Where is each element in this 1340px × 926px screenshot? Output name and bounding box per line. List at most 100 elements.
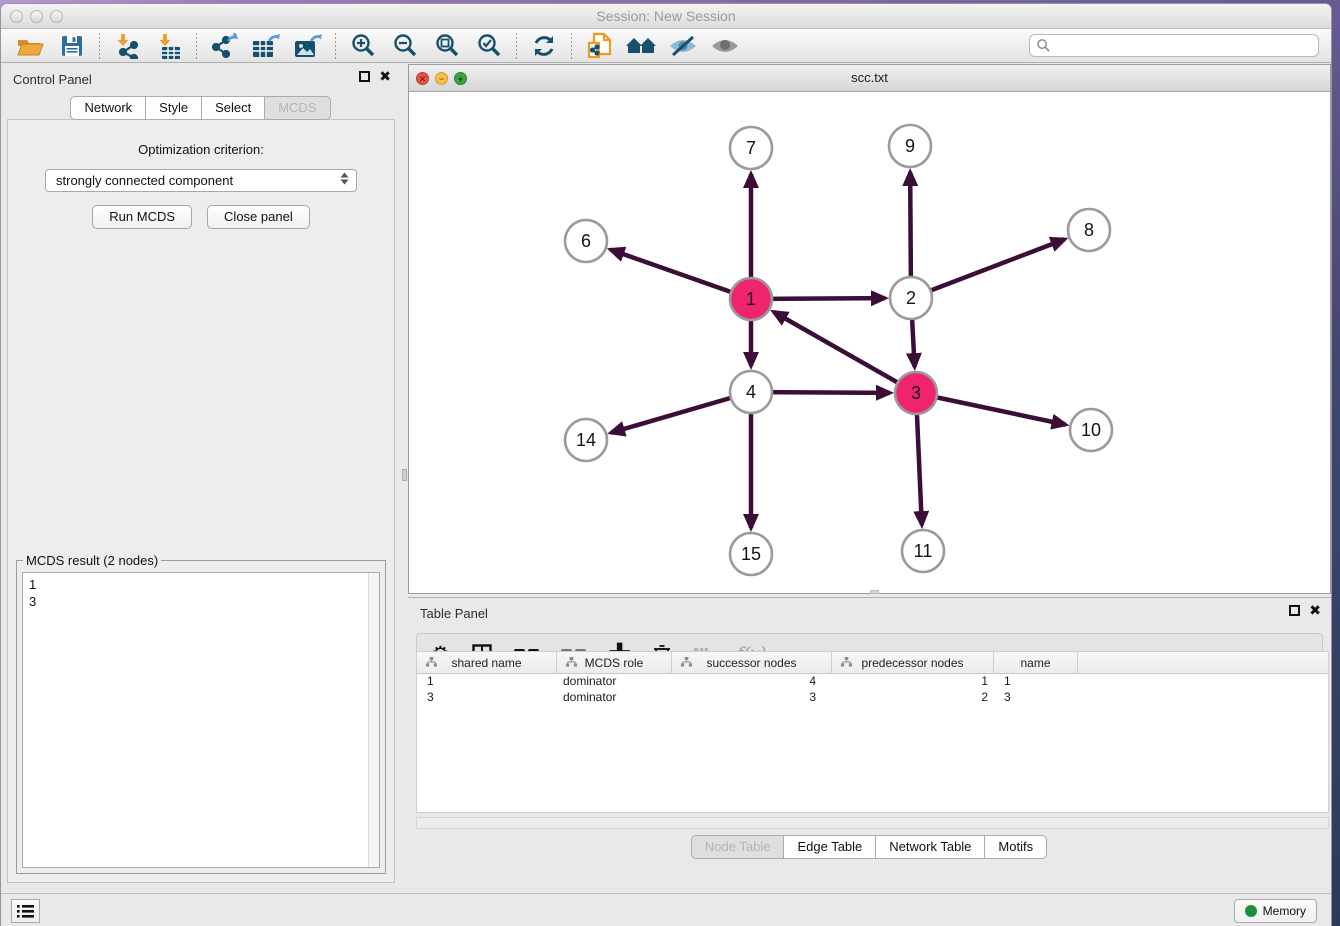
- criterion-value: strongly connected component: [56, 173, 233, 188]
- column-header-MCDS-role[interactable]: MCDS role: [557, 652, 672, 673]
- application-window: Session: New Session: [0, 3, 1332, 926]
- tab-node-table[interactable]: Node Table: [691, 835, 785, 859]
- control-panel-tabs: NetworkStyleSelectMCDS: [1, 96, 401, 120]
- tab-motifs[interactable]: Motifs: [984, 835, 1047, 859]
- tab-style[interactable]: Style: [145, 96, 202, 120]
- table-cell[interactable]: dominator: [557, 690, 672, 706]
- table-cell[interactable]: 1: [417, 674, 557, 690]
- save-session-button[interactable]: [51, 31, 93, 61]
- toolbar-separator: [571, 33, 572, 59]
- home-first-neighbors-button[interactable]: [620, 31, 662, 61]
- run-mcds-button[interactable]: Run MCDS: [92, 205, 192, 229]
- mcds-result-lines: 1 3: [23, 573, 379, 613]
- zoom-in-button[interactable]: [342, 31, 384, 61]
- mcds-result-textarea[interactable]: 1 3: [22, 572, 380, 868]
- refresh-view-button[interactable]: [523, 31, 565, 61]
- tab-mcds[interactable]: MCDS: [264, 96, 330, 120]
- column-header-shared-name[interactable]: shared name: [417, 652, 557, 673]
- table-cell[interactable]: 1: [832, 674, 994, 690]
- control-panel-close-icon[interactable]: ✖: [379, 71, 391, 82]
- zoom-fit-icon: [434, 33, 460, 59]
- table-panel-float-icon[interactable]: [1289, 605, 1300, 616]
- column-header-label: shared name: [451, 656, 521, 670]
- toolbar-separator: [99, 33, 100, 59]
- refresh-icon: [531, 33, 557, 59]
- tab-edge-table[interactable]: Edge Table: [783, 835, 876, 859]
- open-session-button[interactable]: [9, 31, 51, 61]
- graph-node-label-14: 14: [576, 430, 596, 450]
- result-scrollbar[interactable]: [368, 573, 379, 867]
- tab-network-table[interactable]: Network Table: [875, 835, 985, 859]
- table-cell[interactable]: 3: [994, 690, 1078, 706]
- search-field[interactable]: [1029, 34, 1319, 57]
- control-panel: Control Panel ✖ NetworkStyleSelectMCDS O…: [1, 64, 401, 893]
- table-hscrollbar[interactable]: [416, 817, 1329, 829]
- select-stepper-icon: [339, 172, 350, 185]
- task-history-button[interactable]: [11, 899, 40, 923]
- table-panel-close-icon[interactable]: ✖: [1309, 605, 1321, 616]
- graph-node-label-4: 4: [746, 382, 756, 402]
- table-cell[interactable]: 2: [832, 690, 994, 706]
- table-cell[interactable]: 3: [672, 690, 832, 706]
- tab-network[interactable]: Network: [70, 96, 146, 120]
- network-window-titlebar[interactable]: ✕ − + scc.txt: [409, 65, 1330, 92]
- graph-node-label-1: 1: [746, 289, 756, 309]
- import-network-button[interactable]: [106, 31, 148, 61]
- column-header-name[interactable]: name: [994, 652, 1078, 673]
- memory-button[interactable]: Memory: [1234, 899, 1317, 923]
- table-panel: Table Panel ✖ ⚙ ✓: [408, 597, 1331, 893]
- memory-status-icon: [1245, 905, 1257, 917]
- export-image-button[interactable]: [287, 31, 329, 61]
- network-window-title: scc.txt: [409, 70, 1330, 85]
- mcds-result-title: MCDS result (2 nodes): [23, 553, 161, 568]
- graph-edge-1-6[interactable]: [611, 250, 751, 299]
- table-panel-header: Table Panel ✖: [408, 598, 1331, 628]
- criterion-select[interactable]: strongly connected component: [45, 169, 357, 192]
- table-body: 1dominator4113dominator323: [417, 674, 1328, 706]
- import-table-button[interactable]: [148, 31, 190, 61]
- export-network-icon: [210, 33, 238, 59]
- graph-node-label-3: 3: [911, 383, 921, 403]
- list-icon: [17, 905, 34, 918]
- column-header-successor-nodes[interactable]: successor nodes: [672, 652, 832, 673]
- control-panel-float-icon[interactable]: [359, 71, 370, 82]
- search-input[interactable]: [1051, 35, 1318, 56]
- import-table-icon: [156, 33, 182, 59]
- graph-node-label-7: 7: [746, 138, 756, 158]
- control-panel-title: Control Panel: [13, 72, 92, 87]
- table-row[interactable]: 3dominator323: [417, 690, 1328, 706]
- new-network-from-selection-button[interactable]: [578, 31, 620, 61]
- table-cell[interactable]: 3: [417, 690, 557, 706]
- show-all-button[interactable]: [704, 31, 746, 61]
- close-panel-button[interactable]: Close panel: [207, 205, 310, 229]
- graph-edge-2-8[interactable]: [911, 239, 1065, 298]
- panel-splitter[interactable]: [401, 64, 408, 893]
- network-canvas[interactable]: 7968124314101511: [409, 92, 1330, 593]
- export-table-button[interactable]: [245, 31, 287, 61]
- column-header-label: name: [1020, 656, 1050, 670]
- network-resize-grip[interactable]: [870, 590, 879, 594]
- network-view-window: ✕ − + scc.txt 7968124314101511: [408, 64, 1331, 594]
- export-network-button[interactable]: [203, 31, 245, 61]
- mcds-result-fieldset: MCDS result (2 nodes) 1 3: [16, 553, 386, 874]
- zoom-fit-button[interactable]: [426, 31, 468, 61]
- table-cell[interactable]: 1: [994, 674, 1078, 690]
- table-cell[interactable]: 4: [672, 674, 832, 690]
- splitter-grip-icon[interactable]: [402, 469, 407, 481]
- table-panel-title: Table Panel: [420, 606, 488, 621]
- network-file-icon: [586, 32, 612, 60]
- zoom-out-button[interactable]: [384, 31, 426, 61]
- zoom-out-icon: [392, 33, 418, 59]
- tab-select[interactable]: Select: [201, 96, 265, 120]
- graph-edge-3-10[interactable]: [916, 393, 1066, 425]
- graph-edge-3-1[interactable]: [774, 312, 916, 393]
- memory-label: Memory: [1263, 904, 1306, 918]
- table-row[interactable]: 1dominator411: [417, 674, 1328, 690]
- title-bar: Session: New Session: [1, 4, 1331, 29]
- zoom-selected-button[interactable]: [468, 31, 510, 61]
- column-header-predecessor-nodes[interactable]: predecessor nodes: [832, 652, 994, 673]
- hide-selected-button[interactable]: [662, 31, 704, 61]
- graph-node-label-2: 2: [906, 288, 916, 308]
- main-toolbar: [1, 29, 1331, 63]
- table-cell[interactable]: dominator: [557, 674, 672, 690]
